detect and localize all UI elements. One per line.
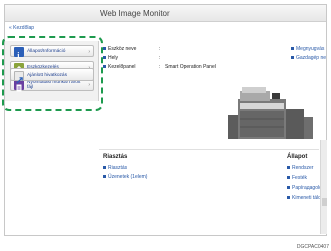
bullet-icon (287, 186, 290, 190)
bullet-icon (287, 166, 290, 170)
link-label: Kimeneti tálca (292, 195, 324, 201)
device-name-row: Eszköz neve : (103, 46, 160, 52)
bullet-icon (103, 47, 106, 51)
output-tray-link[interactable]: Kimeneti tálca (287, 195, 323, 201)
device-panel-row: Kezelőpanel : Smart Operation Panel (103, 64, 223, 70)
system-link[interactable]: Rendszer (287, 165, 313, 171)
device-name-label: Eszköz neve (108, 46, 137, 52)
device-host-row: Hely : (103, 55, 160, 61)
bullet-icon (291, 56, 294, 60)
link-label: Rendszer (292, 165, 314, 171)
separator: : (159, 64, 161, 70)
status-heading: Állapot (287, 154, 308, 160)
toner-link[interactable]: Festék (287, 175, 307, 181)
breadcrumb-home-link[interactable]: « Kezdőlap (9, 25, 34, 31)
header-bar: Web Image Monitor (5, 5, 326, 22)
figure-code: DGCPAC0407 (296, 244, 329, 250)
bullet-icon (103, 65, 106, 69)
quicklink-label: Megnyugvás (296, 46, 325, 52)
bullet-icon (103, 175, 106, 179)
link-label: Papírадagoló (292, 185, 322, 191)
section-divider (99, 149, 319, 150)
link-label: Festék (292, 175, 308, 181)
alert-heading: Riasztás (103, 154, 128, 160)
app-title: Web Image Monitor (100, 9, 170, 18)
bullet-icon (103, 56, 106, 60)
separator: : (159, 46, 161, 52)
printer-illustration (228, 87, 313, 139)
link-label: Üzenetek (1elem) (108, 174, 148, 180)
device-panel-value: Smart Operation Panel (165, 64, 216, 70)
highlight-outline (2, 36, 103, 111)
quicklink-2[interactable]: Gazdagép ne (291, 55, 326, 61)
device-panel-label: Kezelőpanel (108, 64, 136, 70)
bullet-icon (291, 47, 294, 51)
bullet-icon (103, 166, 106, 170)
alert-link[interactable]: Riasztás (103, 165, 127, 171)
bullet-icon (287, 176, 290, 180)
link-label: Riasztás (108, 165, 128, 171)
quicklink-1[interactable]: Megnyugvás (291, 46, 324, 52)
paper-tray-link[interactable]: Papírадagoló (287, 185, 322, 191)
device-host-label: Hely (108, 55, 119, 61)
separator: : (159, 55, 161, 61)
vertical-scrollbar[interactable] (320, 140, 327, 234)
bullet-icon (287, 196, 290, 200)
quicklink-label: Gazdagép ne (296, 55, 327, 61)
scrollbar-thumb[interactable] (322, 198, 327, 206)
messages-link[interactable]: Üzenetek (1elem) (103, 174, 147, 180)
